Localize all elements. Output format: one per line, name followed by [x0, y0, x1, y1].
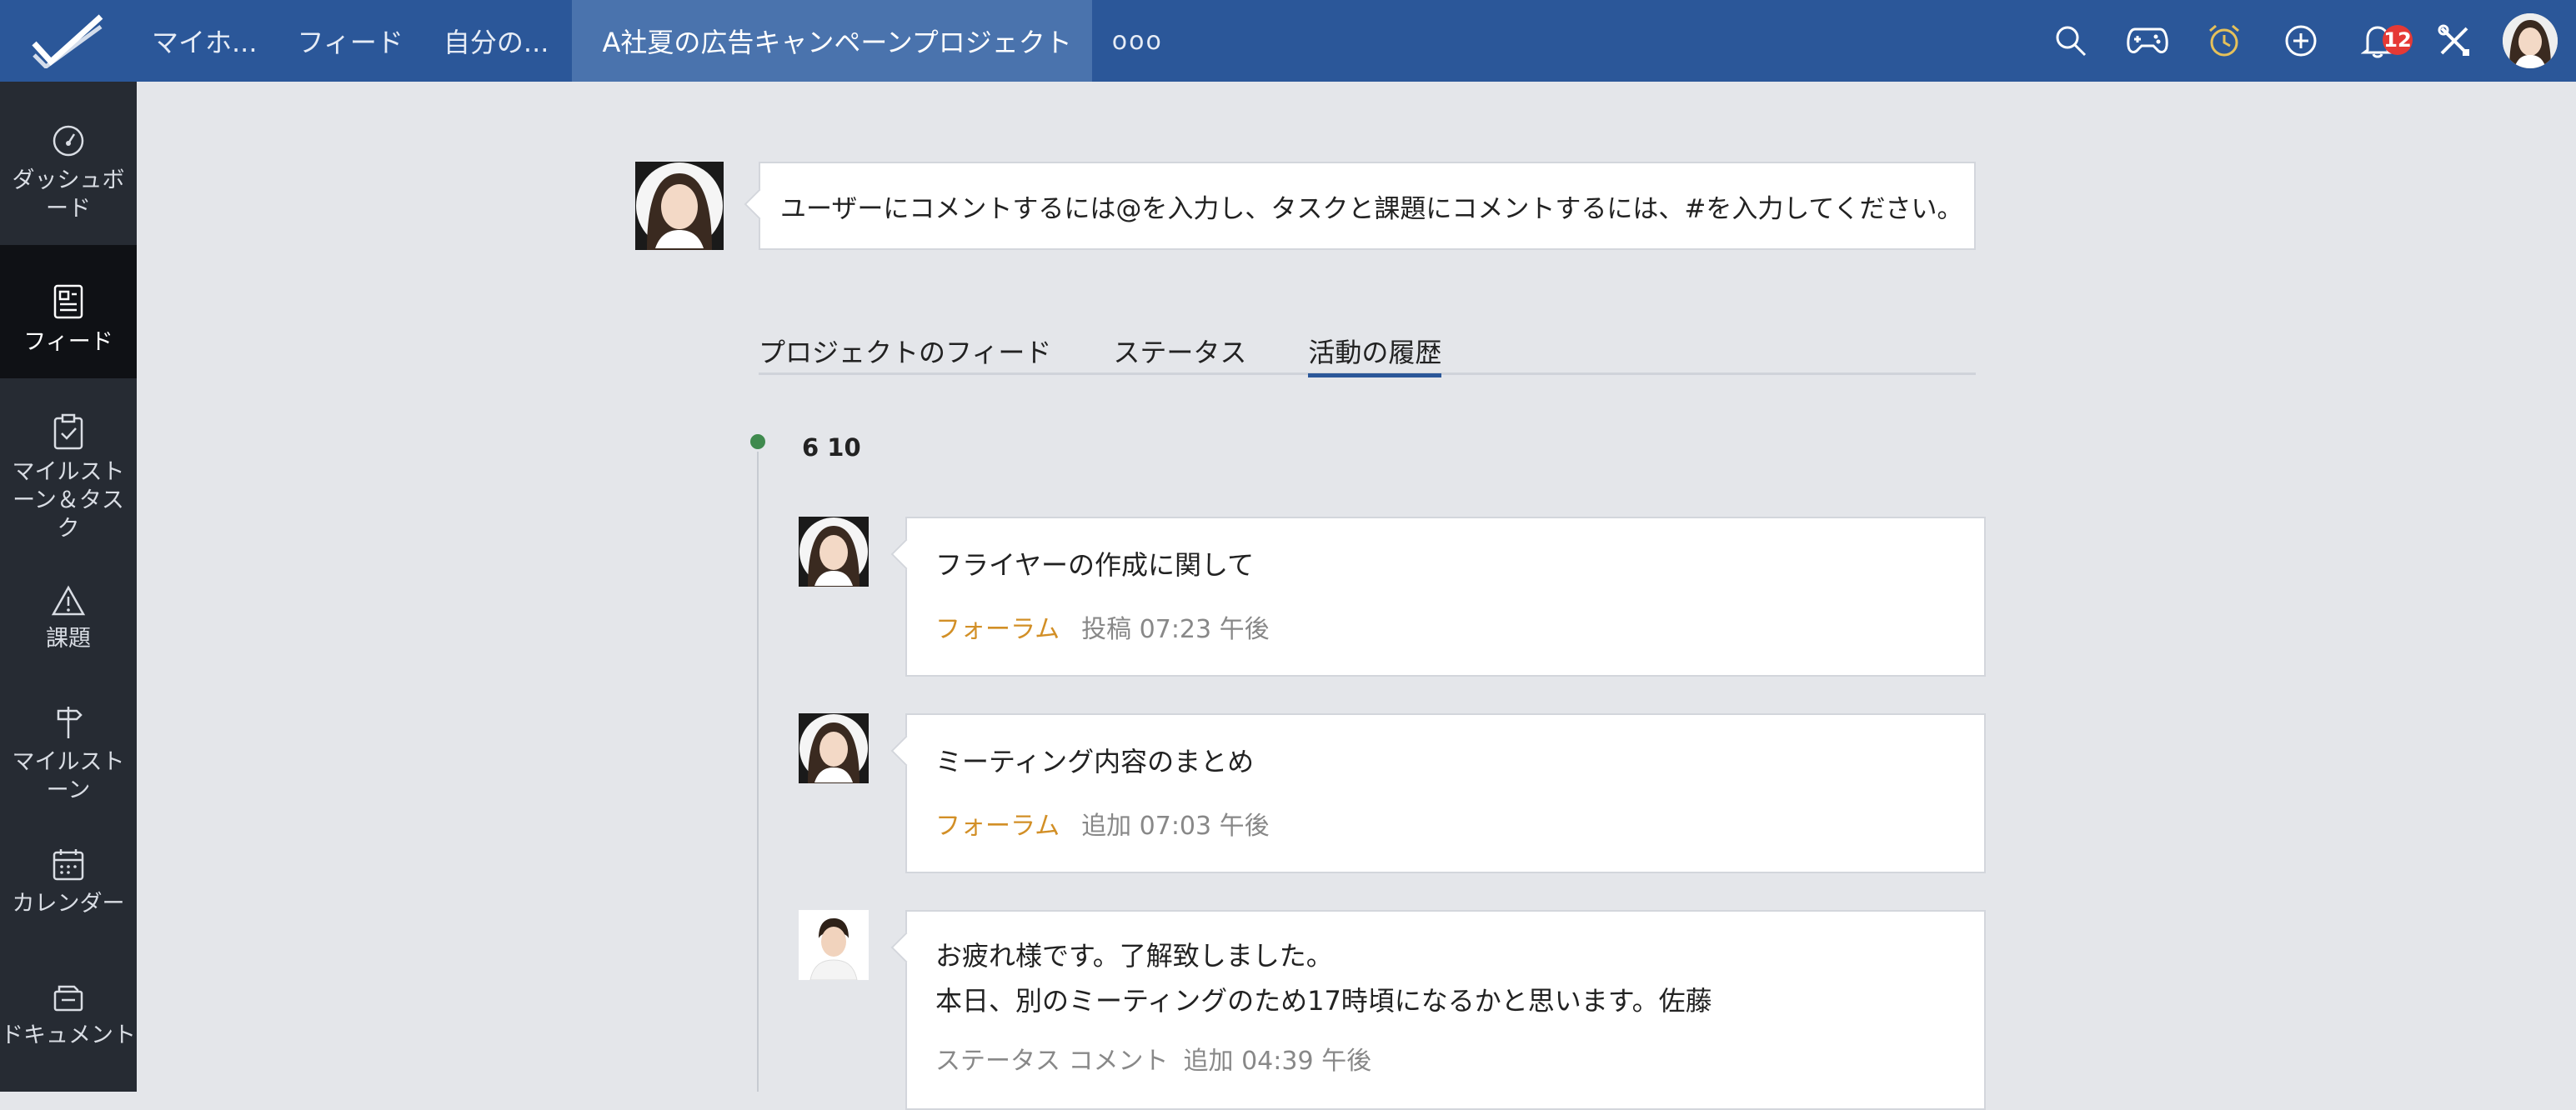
current-user-avatar	[635, 162, 724, 250]
sidebar-item-issues[interactable]: 課題	[0, 543, 137, 670]
status-comment-signature: 佐藤	[1658, 985, 1712, 1017]
tab-status[interactable]: ステータス	[1113, 332, 1246, 375]
nav-tab-my-items[interactable]: 自分の...	[423, 0, 569, 82]
notification-count-badge: 12	[2383, 25, 2413, 55]
avatar	[799, 910, 869, 980]
logo-checkmark-icon	[32, 14, 103, 68]
activity-meta: フォーラム 追加 07:03 午後	[935, 805, 1956, 842]
clipboard-check-icon	[53, 408, 84, 450]
nav-tab-my-home[interactable]: マイホ...	[137, 0, 278, 82]
activity-tag[interactable]: フォーラム	[935, 812, 1060, 841]
top-actions: 12	[2032, 0, 2576, 82]
documents-icon	[52, 963, 85, 1013]
sidebar-item-documents[interactable]: ドキュメント	[0, 945, 137, 1092]
comment-input[interactable]: ユーザーにコメントするには@を入力し、タスクと課題にコメントするには、#を入力し…	[759, 162, 1976, 250]
activity-title[interactable]: フライヤーの作成に関して	[935, 545, 1956, 585]
warning-icon	[51, 567, 86, 617]
activity-time: 投稿 07:23 午後	[1081, 615, 1270, 644]
timeline-date: 6 10	[802, 433, 861, 462]
app-logo[interactable]	[0, 0, 137, 82]
signpost-icon	[52, 690, 85, 740]
comment-input-placeholder: ユーザーにコメントするには@を入力し、タスクと課題にコメントするには、#を入力し…	[780, 193, 1963, 224]
sidebar: ダッシュボード フィード マイルストーン＆タスク 課題 マイルストーン カレンダ…	[0, 82, 137, 1092]
timeline-dot	[748, 432, 768, 452]
status-comment-text: お疲れ様です。了解致しました。 本日、別のミーティングのため17時頃になるかと思…	[935, 933, 1956, 1023]
tools-icon[interactable]	[2416, 0, 2493, 82]
activity-entry: お疲れ様です。了解致しました。 本日、別のミーティングのため17時頃になるかと思…	[799, 910, 1986, 1110]
activity-tag[interactable]: ステータス コメント	[935, 1047, 1169, 1076]
activity-meta: フォーラム 投稿 07:23 午後	[935, 608, 1956, 645]
sidebar-item-feed[interactable]: フィード	[0, 245, 137, 378]
gamepad-icon[interactable]	[2109, 0, 2186, 82]
alarm-clock-icon[interactable]	[2186, 0, 2263, 82]
feed-icon	[53, 270, 84, 320]
activity-time: 追加 07:03 午後	[1081, 812, 1270, 841]
comment-composer: ユーザーにコメントするには@を入力し、タスクと課題にコメントするには、#を入力し…	[635, 162, 1976, 250]
activity-meta: ステータス コメント 追加 04:39 午後	[935, 1040, 1956, 1077]
more-tabs-button[interactable]: ooo	[1092, 27, 1183, 56]
sidebar-item-label: マイルストーン	[12, 749, 125, 803]
status-comment-line: 本日、別のミーティングのため17時頃になるかと思います。佐藤	[935, 978, 1956, 1023]
activity-time: 追加 04:39 午後	[1183, 1047, 1372, 1076]
user-avatar[interactable]	[2503, 13, 2558, 68]
activity-title[interactable]: ミーティング内容のまとめ	[935, 742, 1956, 782]
sidebar-item-label: ドキュメント	[1, 1022, 136, 1048]
top-navigation-bar: マイホ... フィード 自分の... A社夏の広告キャンペーンプロジェクト oo…	[0, 0, 2576, 82]
sidebar-item-dashboard[interactable]: ダッシュボード	[0, 82, 137, 245]
avatar	[799, 517, 869, 587]
sidebar-item-milestones-tasks[interactable]: マイルストーン＆タスク	[0, 378, 137, 543]
status-comment-line: お疲れ様です。了解致しました。	[935, 940, 1333, 972]
sidebar-item-label: マイルストーン＆タスク	[12, 459, 125, 542]
feed-tabs: プロジェクトのフィード ステータス 活動の履歴	[759, 332, 1976, 378]
activity-entry: フライヤーの作成に関して フォーラム 投稿 07:23 午後	[799, 517, 1986, 677]
calendar-icon	[52, 832, 85, 882]
activity-card[interactable]: ミーティング内容のまとめ フォーラム 追加 07:03 午後	[905, 713, 1986, 873]
sidebar-item-label: 課題	[46, 626, 91, 652]
tab-activity-history[interactable]: 活動の履歴	[1308, 332, 1442, 378]
nav-tab-feed[interactable]: フィード	[278, 0, 423, 82]
activity-card[interactable]: お疲れ様です。了解致しました。 本日、別のミーティングのため17時頃になるかと思…	[905, 910, 1986, 1110]
nav-tab-active-project[interactable]: A社夏の広告キャンペーンプロジェクト	[572, 0, 1092, 82]
avatar	[799, 713, 869, 783]
activity-entry: ミーティング内容のまとめ フォーラム 追加 07:03 午後	[799, 713, 1986, 873]
status-comment-line-text: 本日、別のミーティングのため17時頃になるかと思います。	[935, 985, 1659, 1017]
sidebar-item-label: フィード	[23, 329, 113, 355]
speedometer-icon	[51, 108, 86, 158]
sidebar-item-milestones[interactable]: マイルストーン	[0, 670, 137, 812]
sidebar-item-calendar[interactable]: カレンダー	[0, 812, 137, 945]
add-icon[interactable]	[2263, 0, 2339, 82]
activity-card[interactable]: フライヤーの作成に関して フォーラム 投稿 07:23 午後	[905, 517, 1986, 677]
timeline-line	[757, 442, 759, 1092]
sidebar-item-label: ダッシュボード	[12, 168, 125, 222]
activity-tag[interactable]: フォーラム	[935, 615, 1060, 644]
sidebar-item-label: カレンダー	[12, 891, 125, 917]
search-icon[interactable]	[2032, 0, 2109, 82]
bell-icon[interactable]: 12	[2339, 0, 2416, 82]
tab-project-feed[interactable]: プロジェクトのフィード	[759, 332, 1051, 375]
